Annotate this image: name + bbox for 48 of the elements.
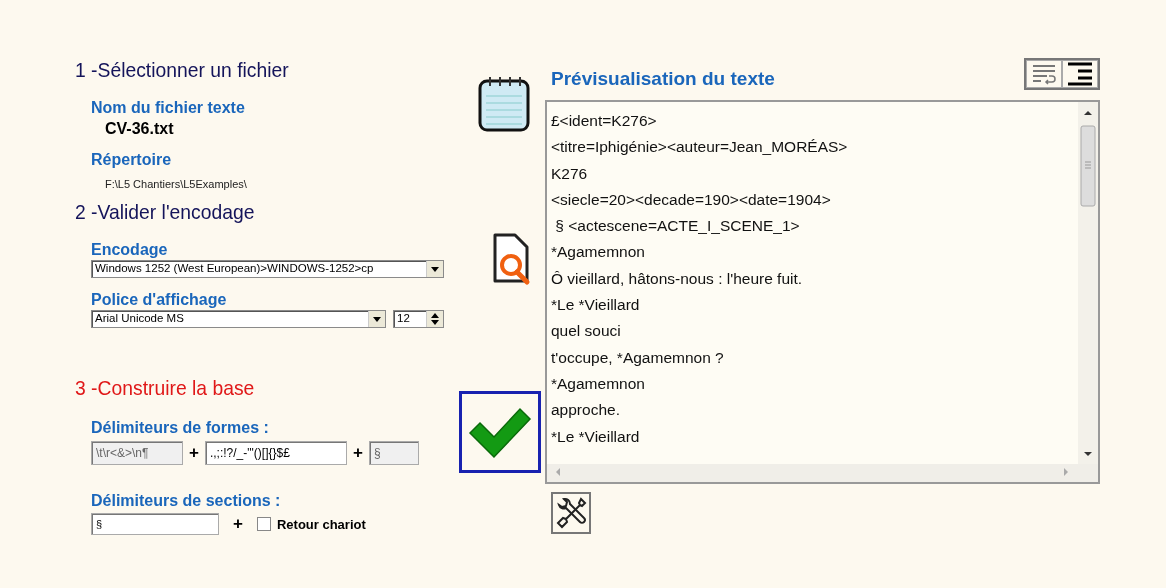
- align-right-button[interactable]: [1062, 60, 1098, 88]
- word-wrap-button[interactable]: [1026, 60, 1062, 88]
- text-line: K276: [551, 163, 589, 184]
- tools-button[interactable]: [551, 492, 591, 534]
- text-line: *Le *Vieillard: [551, 295, 641, 316]
- field-label: Nom du fichier texte: [91, 98, 246, 118]
- field-label: Police d'affichage: [91, 290, 228, 310]
- align-right-icon: [1066, 62, 1094, 86]
- field-label: Répertoire: [91, 150, 173, 170]
- plus-sign: +: [352, 443, 363, 463]
- spinner-arrows-icon: [426, 311, 443, 327]
- field-label: Encodage: [91, 240, 169, 260]
- horizontal-scrollbar[interactable]: [547, 464, 1098, 482]
- checkbox-label: Retour chariot: [276, 516, 366, 532]
- checkbox[interactable]: [256, 517, 271, 531]
- text-line: § <actescene=ACTE_I_SCENE_1>: [554, 216, 801, 237]
- text-line: £<ident=K276>: [551, 111, 658, 131]
- text-line: *Agamemnon: [551, 242, 646, 263]
- word-wrap-icon: [1032, 63, 1056, 85]
- file-name: CV-36.txt: [105, 120, 175, 138]
- font-dropdown[interactable]: Arial Unicode MS: [91, 310, 386, 328]
- text-line: quel souci: [551, 321, 622, 342]
- section-delimiter-field[interactable]: §: [91, 513, 219, 535]
- notepad-icon[interactable]: [478, 76, 530, 132]
- step-heading: 2 -Valider l'encodage: [75, 200, 256, 224]
- delimiter-field[interactable]: .,;:!?/_-"'()[]{}$£: [204, 441, 347, 465]
- text-line: <titre=Iphigénie><auteur=Jean_MORÉAS>: [551, 137, 849, 158]
- encoding-dropdown[interactable]: Windows 1252 (West European)>WINDOWS-1252>cp: [91, 260, 444, 278]
- checkmark-icon: [468, 405, 532, 459]
- step-heading: 1 -Sélectionner un fichier: [75, 58, 290, 82]
- text-line: <siecle=20><decade=190><date=1904>: [551, 189, 832, 210]
- font-size-spinner[interactable]: 12: [393, 310, 444, 328]
- text-line: *Le *Vieillard: [551, 426, 641, 447]
- validate-button[interactable]: [459, 391, 541, 473]
- text-line: Ô vieillard, hâtons-nous : l'heure fuit.: [551, 268, 804, 289]
- text-line: *Agamemnon: [551, 373, 646, 394]
- plus-sign: +: [189, 443, 199, 463]
- directory-path: F:\L5 Chantiers\L5Examples\: [105, 178, 248, 190]
- plus-sign: +: [233, 514, 243, 534]
- text-preview[interactable]: [545, 100, 1100, 484]
- preview-title: Prévisualisation du texte: [551, 68, 775, 90]
- field-label: Délimiteurs de formes :: [91, 418, 270, 438]
- field-label: Délimiteurs de sections :: [91, 491, 282, 511]
- vertical-scrollbar[interactable]: [1078, 102, 1098, 464]
- step-heading: 3 -Construire la base: [75, 376, 256, 400]
- text-line: t'occupe, *Agamemnon ?: [551, 347, 725, 368]
- wrench-screwdriver-icon: [555, 497, 587, 529]
- text-line: approche.: [551, 400, 621, 421]
